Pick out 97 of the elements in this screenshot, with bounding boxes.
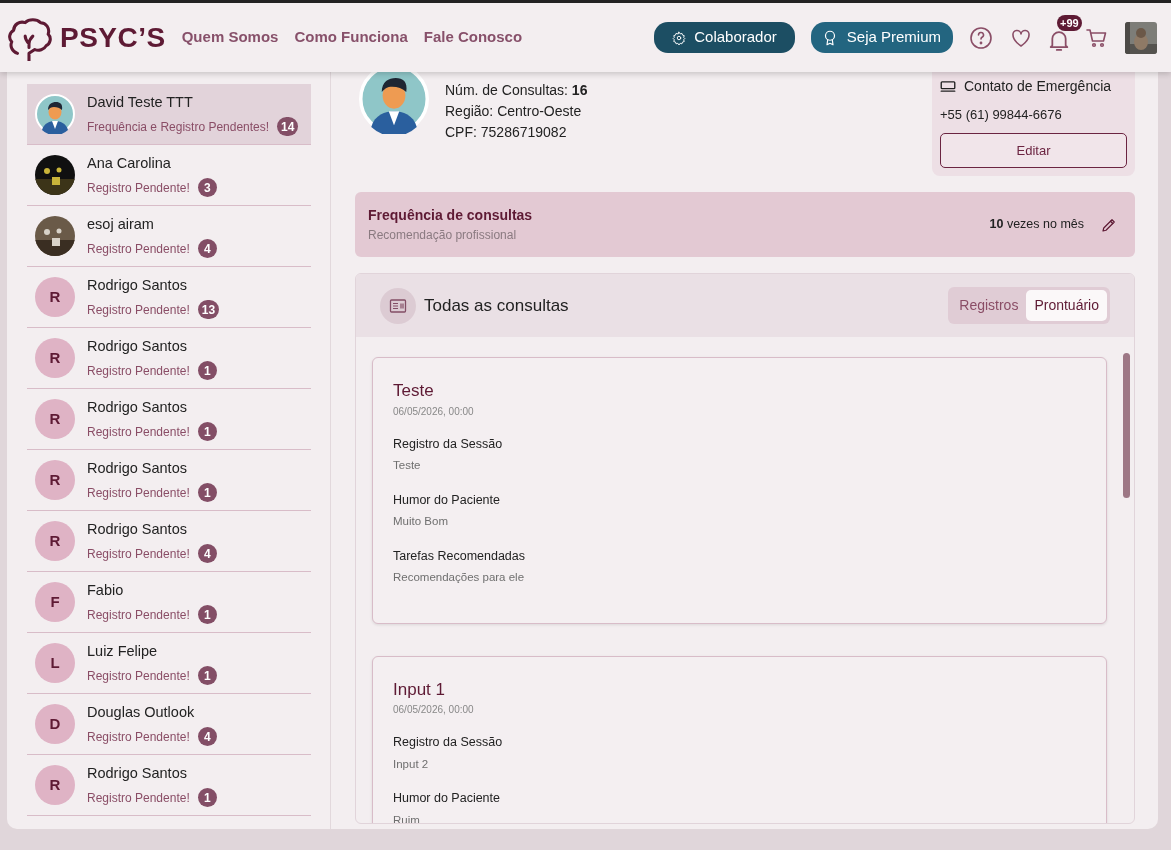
field-value: Ruim	[393, 812, 421, 823]
field-value: Muito Bom	[393, 514, 449, 530]
patient-name: Rodrigo Santos	[87, 336, 188, 356]
profile-detail: Região: Centro-Oeste	[445, 102, 583, 121]
field-label: Registro da Sessão	[393, 435, 504, 453]
count-badge: 3	[197, 178, 217, 198]
nav-link[interactable]: Quem Somos	[181, 26, 279, 49]
patient-name: Rodrigo Santos	[87, 519, 188, 539]
patient-list-item[interactable]: David Teste TTT Frequência e Registro Pendentes! 14	[27, 84, 311, 145]
help-icon[interactable]	[969, 25, 993, 50]
patient-list-item[interactable]: R Rodrigo Santos Registro Pendente! 1	[27, 450, 311, 511]
frequency-title: Frequência de consultas	[368, 206, 533, 225]
pending-status: Registro Pendente!	[87, 789, 190, 807]
pending-status: Frequência e Registro Pendentes!	[87, 118, 270, 136]
card-date: 06/05/2026, 00:00	[393, 404, 475, 419]
patient-name: Rodrigo Santos	[87, 275, 188, 295]
pending-status: Registro Pendente!	[87, 728, 190, 746]
count-badge: 1	[197, 483, 217, 503]
section-title: Todas as consultas	[424, 294, 569, 317]
patient-name: David Teste TTT	[87, 92, 194, 112]
nav-link[interactable]: Como Funciona	[294, 26, 408, 49]
pending-status: Registro Pendente!	[87, 484, 190, 502]
count-badge: 14	[277, 117, 299, 137]
initial-avatar: R	[35, 460, 75, 500]
field-value: Recomendações para ele	[393, 570, 526, 586]
patient-name: Rodrigo Santos	[87, 397, 188, 417]
frequency-subtitle: Recomendação profissional	[368, 227, 518, 244]
count-badge: 1	[197, 605, 217, 625]
patient-list-item[interactable]: R Rodrigo Santos Registro Pendente! 1	[27, 389, 311, 450]
tab[interactable]: Prontuário	[1026, 290, 1107, 321]
initial-avatar: R	[35, 338, 75, 378]
bell-icon[interactable]	[1049, 31, 1069, 52]
gear-icon	[672, 30, 687, 45]
initial-avatar: R	[35, 399, 75, 439]
profile-detail: Núm. de Consultas: 16	[445, 81, 588, 100]
patient-list-item[interactable]: D Douglas Outlook Registro Pendente! 4	[27, 694, 311, 755]
emergency-contact-title: Contato de Emergência	[964, 77, 1112, 96]
count-badge: 13	[197, 300, 220, 320]
document-icon	[380, 287, 416, 324]
pending-status: Registro Pendente!	[87, 423, 190, 441]
pending-status: Registro Pendente!	[87, 240, 190, 258]
patient-avatar-icon	[359, 72, 429, 134]
nav-link[interactable]: Fale Conosco	[423, 26, 523, 49]
patient-list-item[interactable]: esoj airam Registro Pendente! 4	[27, 206, 311, 267]
patient-list-item[interactable]: F Fabio Registro Pendente! 1	[27, 572, 311, 633]
patient-name: Luiz Felipe	[87, 641, 159, 661]
pending-status: Registro Pendente!	[87, 606, 190, 624]
initial-avatar: R	[35, 277, 75, 317]
field-label: Humor do Paciente	[393, 491, 501, 509]
card-title: Input 1	[393, 678, 446, 701]
phone-number: +55 (61) 99844-6676	[940, 106, 1063, 124]
patient-name: Fabio	[87, 580, 125, 600]
field-label: Tarefas Recomendadas	[393, 547, 527, 565]
field-label: Humor do Paciente	[393, 790, 501, 807]
pending-status: Registro Pendente!	[87, 179, 190, 197]
count-badge: 1	[197, 788, 217, 808]
premium-button[interactable]: Seja Premium	[810, 22, 953, 53]
count-badge: 1	[197, 666, 217, 686]
brand-name[interactable]: PSYC’S	[60, 16, 166, 59]
patient-list-item[interactable]: Ana Carolina Registro Pendente! 3	[27, 145, 311, 206]
patient-list-item[interactable]: R Rodrigo Santos Registro Pendente! 13	[27, 267, 311, 328]
patient-name: Rodrigo Santos	[87, 458, 188, 478]
count-badge: 4	[197, 727, 217, 747]
pending-status: Registro Pendente!	[87, 545, 190, 563]
count-badge: 1	[197, 422, 217, 442]
initial-avatar: F	[35, 582, 75, 622]
initial-avatar: R	[35, 521, 75, 561]
patient-name: esoj airam	[87, 214, 155, 234]
patient-name: Ana Carolina	[87, 153, 172, 173]
user-avatar-icon	[35, 94, 75, 134]
count-badge: 1	[197, 361, 217, 381]
patient-list-item[interactable]: R Rodrigo Santos Registro Pendente! 1	[27, 328, 311, 389]
pending-status: Registro Pendente!	[87, 301, 190, 319]
pending-status: Registro Pendente!	[87, 362, 190, 380]
patient-name: Rodrigo Santos	[87, 763, 188, 783]
count-badge: 4	[197, 239, 217, 259]
initial-avatar: L	[35, 643, 75, 683]
initial-avatar: D	[35, 704, 75, 744]
field-value: Teste	[393, 458, 422, 474]
count-badge: 4	[197, 544, 217, 564]
field-value: Input 2	[393, 756, 430, 772]
patient-name: Douglas Outlook	[87, 702, 196, 722]
pending-status: Registro Pendente!	[87, 667, 190, 685]
patient-list-item[interactable]: R Rodrigo Santos Registro Pendente! 4	[27, 511, 311, 572]
card-title: Teste	[393, 380, 435, 402]
profile-detail: CPF: 75286719082	[445, 123, 568, 142]
frequency-value: 10 vezes no mês	[989, 216, 1084, 234]
tab[interactable]: Registros	[951, 290, 1027, 321]
edit-button[interactable]: Editar	[940, 132, 1127, 168]
card-date: 06/05/2026, 00:00	[393, 703, 475, 717]
initial-avatar: R	[35, 765, 75, 805]
scrollbar-thumb[interactable]	[1123, 353, 1130, 498]
patient-list-item[interactable]: L Luiz Felipe Registro Pendente! 1	[27, 633, 311, 694]
field-label: Registro da Sessão	[393, 734, 504, 751]
collaborator-button[interactable]: Colaborador	[654, 22, 795, 53]
notification-badge: +99	[1057, 14, 1082, 31]
patient-list-item[interactable]: R Rodrigo Santos Registro Pendente! 1	[27, 755, 311, 816]
